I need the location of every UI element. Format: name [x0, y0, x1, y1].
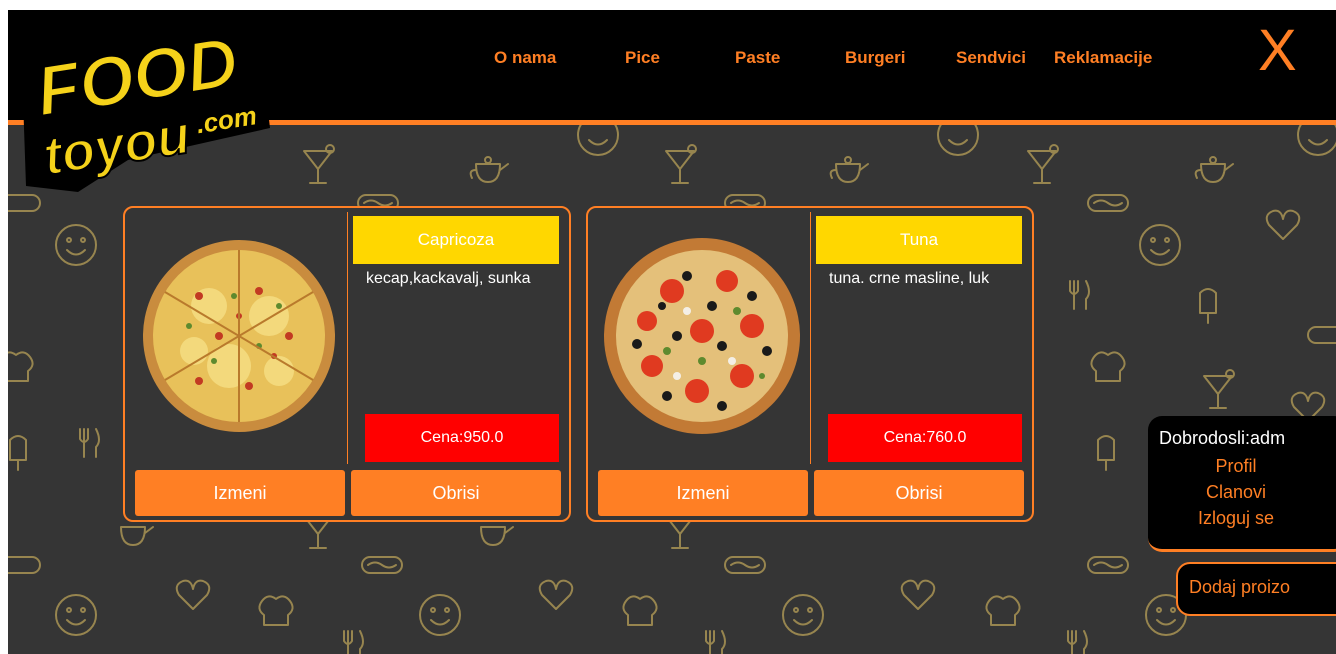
- nav-item-sendvici[interactable]: Sendvici: [956, 48, 1026, 68]
- product-card: Tuna tuna. crne masline, luk Cena:760.0 …: [586, 206, 1034, 522]
- profile-link[interactable]: Profil: [1148, 456, 1324, 477]
- delete-button[interactable]: Obrisi: [814, 470, 1024, 516]
- members-link[interactable]: Clanovi: [1148, 482, 1324, 503]
- add-product-panel[interactable]: Dodaj proizo: [1176, 562, 1336, 616]
- edit-button[interactable]: Izmeni: [598, 470, 808, 516]
- user-panel: Dobrodosli:adm Profil Clanovi Izloguj se: [1148, 416, 1336, 552]
- close-menu-button[interactable]: X: [1258, 22, 1297, 80]
- nav-item-pice[interactable]: Pice: [625, 48, 660, 68]
- product-card: Capricoza kecap,kackavalj, sunka Cena:95…: [123, 206, 571, 522]
- add-product-link[interactable]: Dodaj proizo: [1189, 577, 1290, 598]
- nav-item-o-nama[interactable]: O nama: [494, 48, 556, 68]
- nav-item-paste[interactable]: Paste: [735, 48, 780, 68]
- page: FOOD toyou .com O nama Pice Paste Burger…: [8, 10, 1336, 654]
- product-description: tuna. crne masline, luk: [829, 270, 990, 287]
- nav-item-burgeri[interactable]: Burgeri: [845, 48, 905, 68]
- nav-item-reklamacije[interactable]: Reklamacije: [1054, 48, 1152, 68]
- product-price: Cena:760.0: [828, 414, 1022, 462]
- product-price: Cena:950.0: [365, 414, 559, 462]
- pizza-image: [143, 240, 335, 432]
- edit-button[interactable]: Izmeni: [135, 470, 345, 516]
- product-name: Tuna: [816, 216, 1022, 264]
- product-name: Capricoza: [353, 216, 559, 264]
- product-description: kecap,kackavalj, sunka: [366, 270, 531, 287]
- logout-link[interactable]: Izloguj se: [1148, 508, 1324, 529]
- pizza-image: [604, 238, 800, 434]
- card-divider: [810, 212, 811, 464]
- card-divider: [347, 212, 348, 464]
- delete-button[interactable]: Obrisi: [351, 470, 561, 516]
- site-logo[interactable]: FOOD toyou .com: [8, 10, 298, 195]
- welcome-text: Dobrodosli:adm: [1159, 428, 1286, 448]
